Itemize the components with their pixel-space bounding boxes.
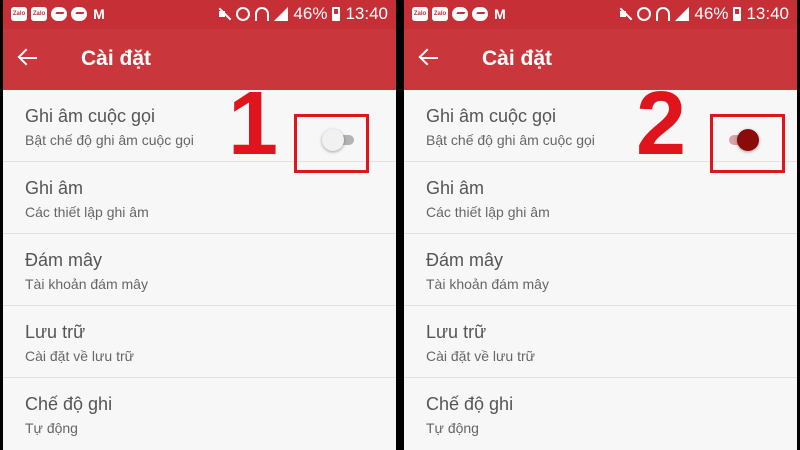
setting-subtitle: Các thiết lập ghi âm bbox=[426, 204, 550, 220]
toggle-highlight-box bbox=[710, 114, 785, 173]
battery-percent: 46% bbox=[694, 4, 729, 23]
system-status: 46% 13:40 bbox=[618, 4, 789, 24]
zalo-icon: Zalo bbox=[432, 7, 448, 21]
phone-screen-after: Zalo Zalo M 46% 13:40 Cài đặt Ghi âm cuộ… bbox=[404, 0, 797, 450]
gmail-icon: M bbox=[93, 6, 105, 22]
setting-title: Đám mây bbox=[426, 250, 504, 270]
setting-subtitle: Tự động bbox=[25, 420, 78, 436]
toggle-highlight-box bbox=[294, 114, 369, 173]
zalo-label: Zalo bbox=[413, 11, 427, 17]
page-title: Cài đặt bbox=[482, 47, 553, 70]
setting-subtitle: Tài khoản đám mây bbox=[426, 276, 549, 292]
setting-subtitle: Bật chế độ ghi âm cuộc gọi bbox=[25, 132, 194, 148]
battery-icon bbox=[332, 7, 341, 21]
phone-screen-before: Zalo Zalo M 46% 13:40 Cài đặt Ghi âm cuộ… bbox=[3, 0, 396, 450]
messenger-icon bbox=[51, 7, 67, 21]
messenger-icon bbox=[472, 7, 488, 21]
messenger-icon bbox=[452, 7, 468, 21]
setting-title: Đám mây bbox=[25, 250, 103, 270]
wifi-icon bbox=[656, 7, 671, 21]
step-number-2: 2 bbox=[636, 74, 687, 174]
zalo-label: Zalo bbox=[433, 11, 447, 17]
mute-icon bbox=[618, 7, 632, 21]
page-title: Cài đặt bbox=[81, 47, 152, 70]
battery-percent: 46% bbox=[293, 4, 328, 23]
zalo-label: Zalo bbox=[32, 11, 46, 17]
signal-icon bbox=[274, 7, 289, 21]
zalo-icon: Zalo bbox=[11, 7, 27, 21]
setting-title: Chế độ ghi bbox=[426, 394, 514, 414]
setting-title: Ghi âm cuộc gọi bbox=[25, 106, 156, 126]
setting-title: Ghi âm bbox=[25, 178, 84, 198]
setting-cloud[interactable]: Đám mây Tài khoản đám mây bbox=[404, 234, 797, 306]
clock: 13:40 bbox=[345, 4, 388, 23]
alarm-icon bbox=[236, 7, 251, 21]
setting-title: Chế độ ghi bbox=[25, 394, 113, 414]
setting-subtitle: Các thiết lập ghi âm bbox=[25, 204, 149, 220]
setting-title: Ghi âm cuộc gọi bbox=[426, 106, 557, 126]
setting-cloud[interactable]: Đám mây Tài khoản đám mây bbox=[3, 234, 396, 306]
status-bar: Zalo Zalo M 46% 13:40 bbox=[404, 0, 797, 29]
signal-icon bbox=[675, 7, 690, 21]
app-bar: Cài đặt bbox=[404, 29, 797, 90]
setting-storage[interactable]: Lưu trữ Cài đặt về lưu trữ bbox=[3, 306, 396, 378]
battery-icon bbox=[733, 7, 742, 21]
back-arrow-icon[interactable] bbox=[418, 47, 440, 69]
setting-title: Lưu trữ bbox=[426, 322, 487, 342]
alarm-icon bbox=[637, 7, 652, 21]
back-arrow-icon[interactable] bbox=[17, 47, 39, 69]
notification-icons: Zalo Zalo M bbox=[412, 7, 508, 21]
zalo-label: Zalo bbox=[12, 11, 26, 17]
setting-record-mode[interactable]: Chế độ ghi Tự động bbox=[404, 378, 797, 450]
gmail-icon: M bbox=[494, 6, 506, 22]
clock: 13:40 bbox=[746, 4, 789, 23]
setting-subtitle: Tài khoản đám mây bbox=[25, 276, 148, 292]
status-bar: Zalo Zalo M 46% 13:40 bbox=[3, 0, 396, 29]
system-status: 46% 13:40 bbox=[217, 4, 388, 24]
notification-icons: Zalo Zalo M bbox=[11, 7, 107, 21]
setting-subtitle: Cài đặt về lưu trữ bbox=[426, 348, 536, 364]
step-number-1: 1 bbox=[228, 74, 279, 174]
wifi-icon bbox=[255, 7, 270, 21]
app-bar: Cài đặt bbox=[3, 29, 396, 90]
setting-storage[interactable]: Lưu trữ Cài đặt về lưu trữ bbox=[404, 306, 797, 378]
setting-subtitle: Tự động bbox=[426, 420, 479, 436]
setting-record-mode[interactable]: Chế độ ghi Tự động bbox=[3, 378, 396, 450]
mute-icon bbox=[217, 7, 231, 21]
messenger-icon bbox=[71, 7, 87, 21]
setting-subtitle: Cài đặt về lưu trữ bbox=[25, 348, 135, 364]
setting-title: Ghi âm bbox=[426, 178, 485, 198]
setting-subtitle: Bật chế độ ghi âm cuộc gọi bbox=[426, 132, 595, 148]
setting-title: Lưu trữ bbox=[25, 322, 86, 342]
zalo-icon: Zalo bbox=[412, 7, 428, 21]
zalo-icon: Zalo bbox=[31, 7, 47, 21]
